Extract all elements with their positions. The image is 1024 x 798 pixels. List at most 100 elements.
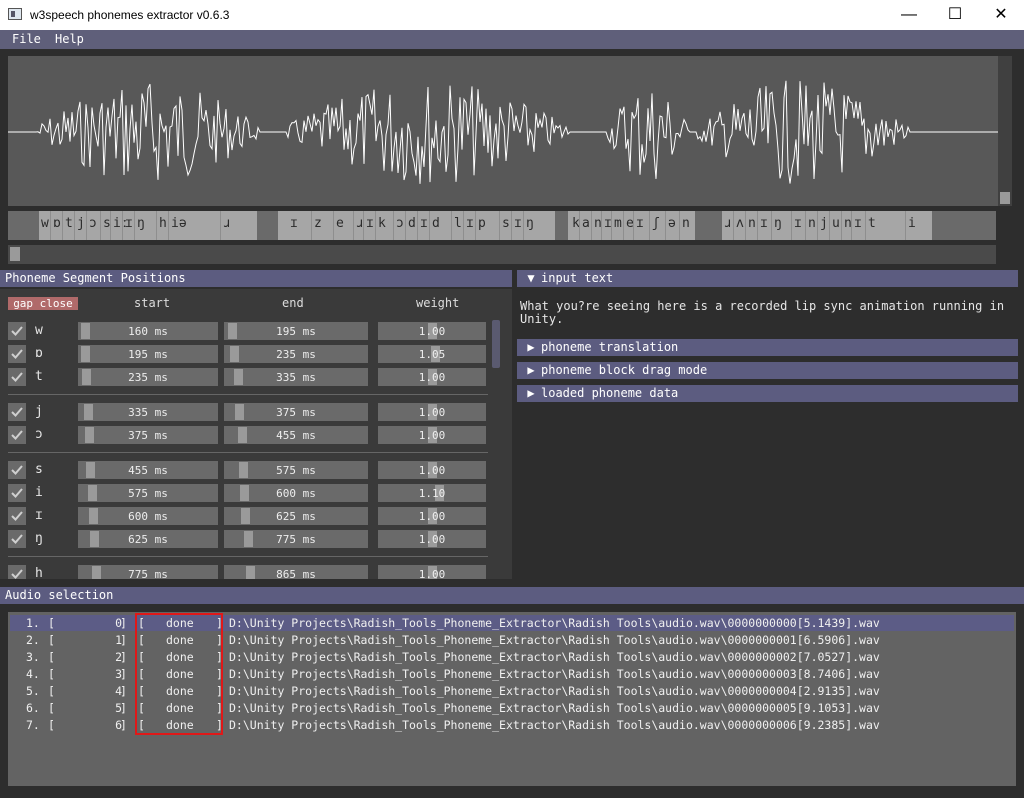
end-slider[interactable]: 575 ms bbox=[224, 461, 368, 479]
phoneme-block[interactable]: kanɪmeɪʃən bbox=[568, 211, 695, 240]
phoneme-translation-header[interactable]: ▶ phoneme translation bbox=[517, 339, 1018, 356]
phoneme-divider[interactable] bbox=[905, 211, 906, 240]
phoneme-divider[interactable] bbox=[134, 211, 135, 240]
weight-slider[interactable]: 1.00 bbox=[378, 565, 486, 579]
end-slider[interactable]: 625 ms bbox=[224, 507, 368, 525]
phoneme-divider[interactable] bbox=[405, 211, 406, 240]
phoneme-divider[interactable] bbox=[771, 211, 772, 240]
phoneme-divider[interactable] bbox=[62, 211, 63, 240]
end-slider[interactable]: 195 ms bbox=[224, 322, 368, 340]
phoneme-divider[interactable] bbox=[591, 211, 592, 240]
phoneme-divider[interactable] bbox=[156, 211, 157, 240]
phoneme-divider[interactable] bbox=[633, 211, 634, 240]
phoneme-divider[interactable] bbox=[168, 211, 169, 240]
phoneme-divider[interactable] bbox=[311, 211, 312, 240]
phoneme-divider[interactable] bbox=[363, 211, 364, 240]
segment-checkbox[interactable] bbox=[8, 403, 26, 421]
waveform-view[interactable] bbox=[8, 56, 998, 206]
phoneme-divider[interactable] bbox=[475, 211, 476, 240]
segment-checkbox[interactable] bbox=[8, 426, 26, 444]
start-slider[interactable]: 455 ms bbox=[78, 461, 218, 479]
start-slider[interactable]: 575 ms bbox=[78, 484, 218, 502]
weight-slider[interactable]: 1.10 bbox=[378, 484, 486, 502]
waveform-vscroll-thumb[interactable] bbox=[1000, 192, 1010, 204]
minimize-button[interactable]: — bbox=[886, 0, 932, 30]
end-slider[interactable]: 235 ms bbox=[224, 345, 368, 363]
phoneme-divider[interactable] bbox=[611, 211, 612, 240]
phoneme-divider[interactable] bbox=[865, 211, 866, 240]
phoneme-divider[interactable] bbox=[511, 211, 512, 240]
phoneme-divider[interactable] bbox=[829, 211, 830, 240]
end-slider[interactable]: 335 ms bbox=[224, 368, 368, 386]
phoneme-divider[interactable] bbox=[122, 211, 123, 240]
start-slider[interactable]: 775 ms bbox=[78, 565, 218, 579]
end-slider[interactable]: 455 ms bbox=[224, 426, 368, 444]
close-button[interactable]: ✕ bbox=[978, 0, 1024, 30]
maximize-button[interactable]: ☐ bbox=[932, 0, 978, 30]
input-text-value[interactable]: What you?re seeing here is a recorded li… bbox=[520, 300, 1010, 326]
end-slider[interactable]: 600 ms bbox=[224, 484, 368, 502]
weight-slider[interactable]: 1.00 bbox=[378, 507, 486, 525]
segment-checkbox[interactable] bbox=[8, 565, 26, 579]
weight-slider[interactable]: 1.00 bbox=[378, 403, 486, 421]
phoneme-divider[interactable] bbox=[679, 211, 680, 240]
phoneme-divider[interactable] bbox=[745, 211, 746, 240]
phoneme-divider[interactable] bbox=[579, 211, 580, 240]
phoneme-divider[interactable] bbox=[353, 211, 354, 240]
phoneme-divider[interactable] bbox=[110, 211, 111, 240]
phoneme-divider[interactable] bbox=[463, 211, 464, 240]
phoneme-divider[interactable] bbox=[817, 211, 818, 240]
start-slider[interactable]: 375 ms bbox=[78, 426, 218, 444]
gap-close-button[interactable]: gap close bbox=[8, 297, 78, 310]
phoneme-divider[interactable] bbox=[523, 211, 524, 240]
phoneme-divider[interactable] bbox=[601, 211, 602, 240]
weight-slider[interactable]: 1.00 bbox=[378, 461, 486, 479]
end-slider[interactable]: 865 ms bbox=[224, 565, 368, 579]
phoneme-divider[interactable] bbox=[649, 211, 650, 240]
menu-file[interactable]: File bbox=[12, 32, 41, 46]
segments-vscroll-thumb[interactable] bbox=[492, 320, 500, 368]
phoneme-divider[interactable] bbox=[451, 211, 452, 240]
phoneme-divider[interactable] bbox=[791, 211, 792, 240]
input-text-header[interactable]: ▼ input text bbox=[517, 270, 1018, 287]
weight-slider[interactable]: 1.05 bbox=[378, 345, 486, 363]
segment-checkbox[interactable] bbox=[8, 530, 26, 548]
phoneme-divider[interactable] bbox=[100, 211, 101, 240]
timeline-hscroll[interactable] bbox=[8, 245, 996, 264]
phoneme-block[interactable]: ɪzeɹɪkɔdɪdlɪpsɪŋ bbox=[278, 211, 555, 240]
block-drag-mode-header[interactable]: ▶ phoneme block drag mode bbox=[517, 362, 1018, 379]
loaded-data-header[interactable]: ▶ loaded phoneme data bbox=[517, 385, 1018, 402]
phoneme-divider[interactable] bbox=[393, 211, 394, 240]
phoneme-divider[interactable] bbox=[74, 211, 75, 240]
segment-checkbox[interactable] bbox=[8, 368, 26, 386]
segment-checkbox[interactable] bbox=[8, 484, 26, 502]
weight-slider[interactable]: 1.00 bbox=[378, 368, 486, 386]
phoneme-block[interactable]: w ɒ t j ɔ s iː ɪ ŋ h iə ɹ bbox=[39, 211, 257, 240]
segment-checkbox[interactable] bbox=[8, 461, 26, 479]
weight-slider[interactable]: 1.00 bbox=[378, 426, 486, 444]
phoneme-divider[interactable] bbox=[220, 211, 221, 240]
phoneme-block[interactable]: ɹʌnɪŋɪnjunɪti bbox=[722, 211, 932, 240]
phoneme-divider[interactable] bbox=[375, 211, 376, 240]
weight-slider[interactable]: 1.00 bbox=[378, 530, 486, 548]
phoneme-divider[interactable] bbox=[805, 211, 806, 240]
start-slider[interactable]: 160 ms bbox=[78, 322, 218, 340]
phoneme-divider[interactable] bbox=[499, 211, 500, 240]
start-slider[interactable]: 235 ms bbox=[78, 368, 218, 386]
phoneme-divider[interactable] bbox=[733, 211, 734, 240]
start-slider[interactable]: 625 ms bbox=[78, 530, 218, 548]
phoneme-divider[interactable] bbox=[417, 211, 418, 240]
phoneme-divider[interactable] bbox=[50, 211, 51, 240]
start-slider[interactable]: 195 ms bbox=[78, 345, 218, 363]
menu-help[interactable]: Help bbox=[55, 32, 84, 46]
phoneme-divider[interactable] bbox=[665, 211, 666, 240]
phoneme-divider[interactable] bbox=[623, 211, 624, 240]
segment-checkbox[interactable] bbox=[8, 507, 26, 525]
segment-checkbox[interactable] bbox=[8, 322, 26, 340]
end-slider[interactable]: 775 ms bbox=[224, 530, 368, 548]
start-slider[interactable]: 600 ms bbox=[78, 507, 218, 525]
segment-checkbox[interactable] bbox=[8, 345, 26, 363]
phoneme-timeline[interactable]: w ɒ t j ɔ s iː ɪ ŋ h iə ɹ ɪ z e ɹ ɪ k ɔ d ɪ d l ɪ p s ɪ ŋ k a n ɪ m e ɪ ʃ ə n… bbox=[8, 211, 996, 240]
waveform-vscroll[interactable] bbox=[998, 56, 1012, 206]
phoneme-divider[interactable] bbox=[757, 211, 758, 240]
